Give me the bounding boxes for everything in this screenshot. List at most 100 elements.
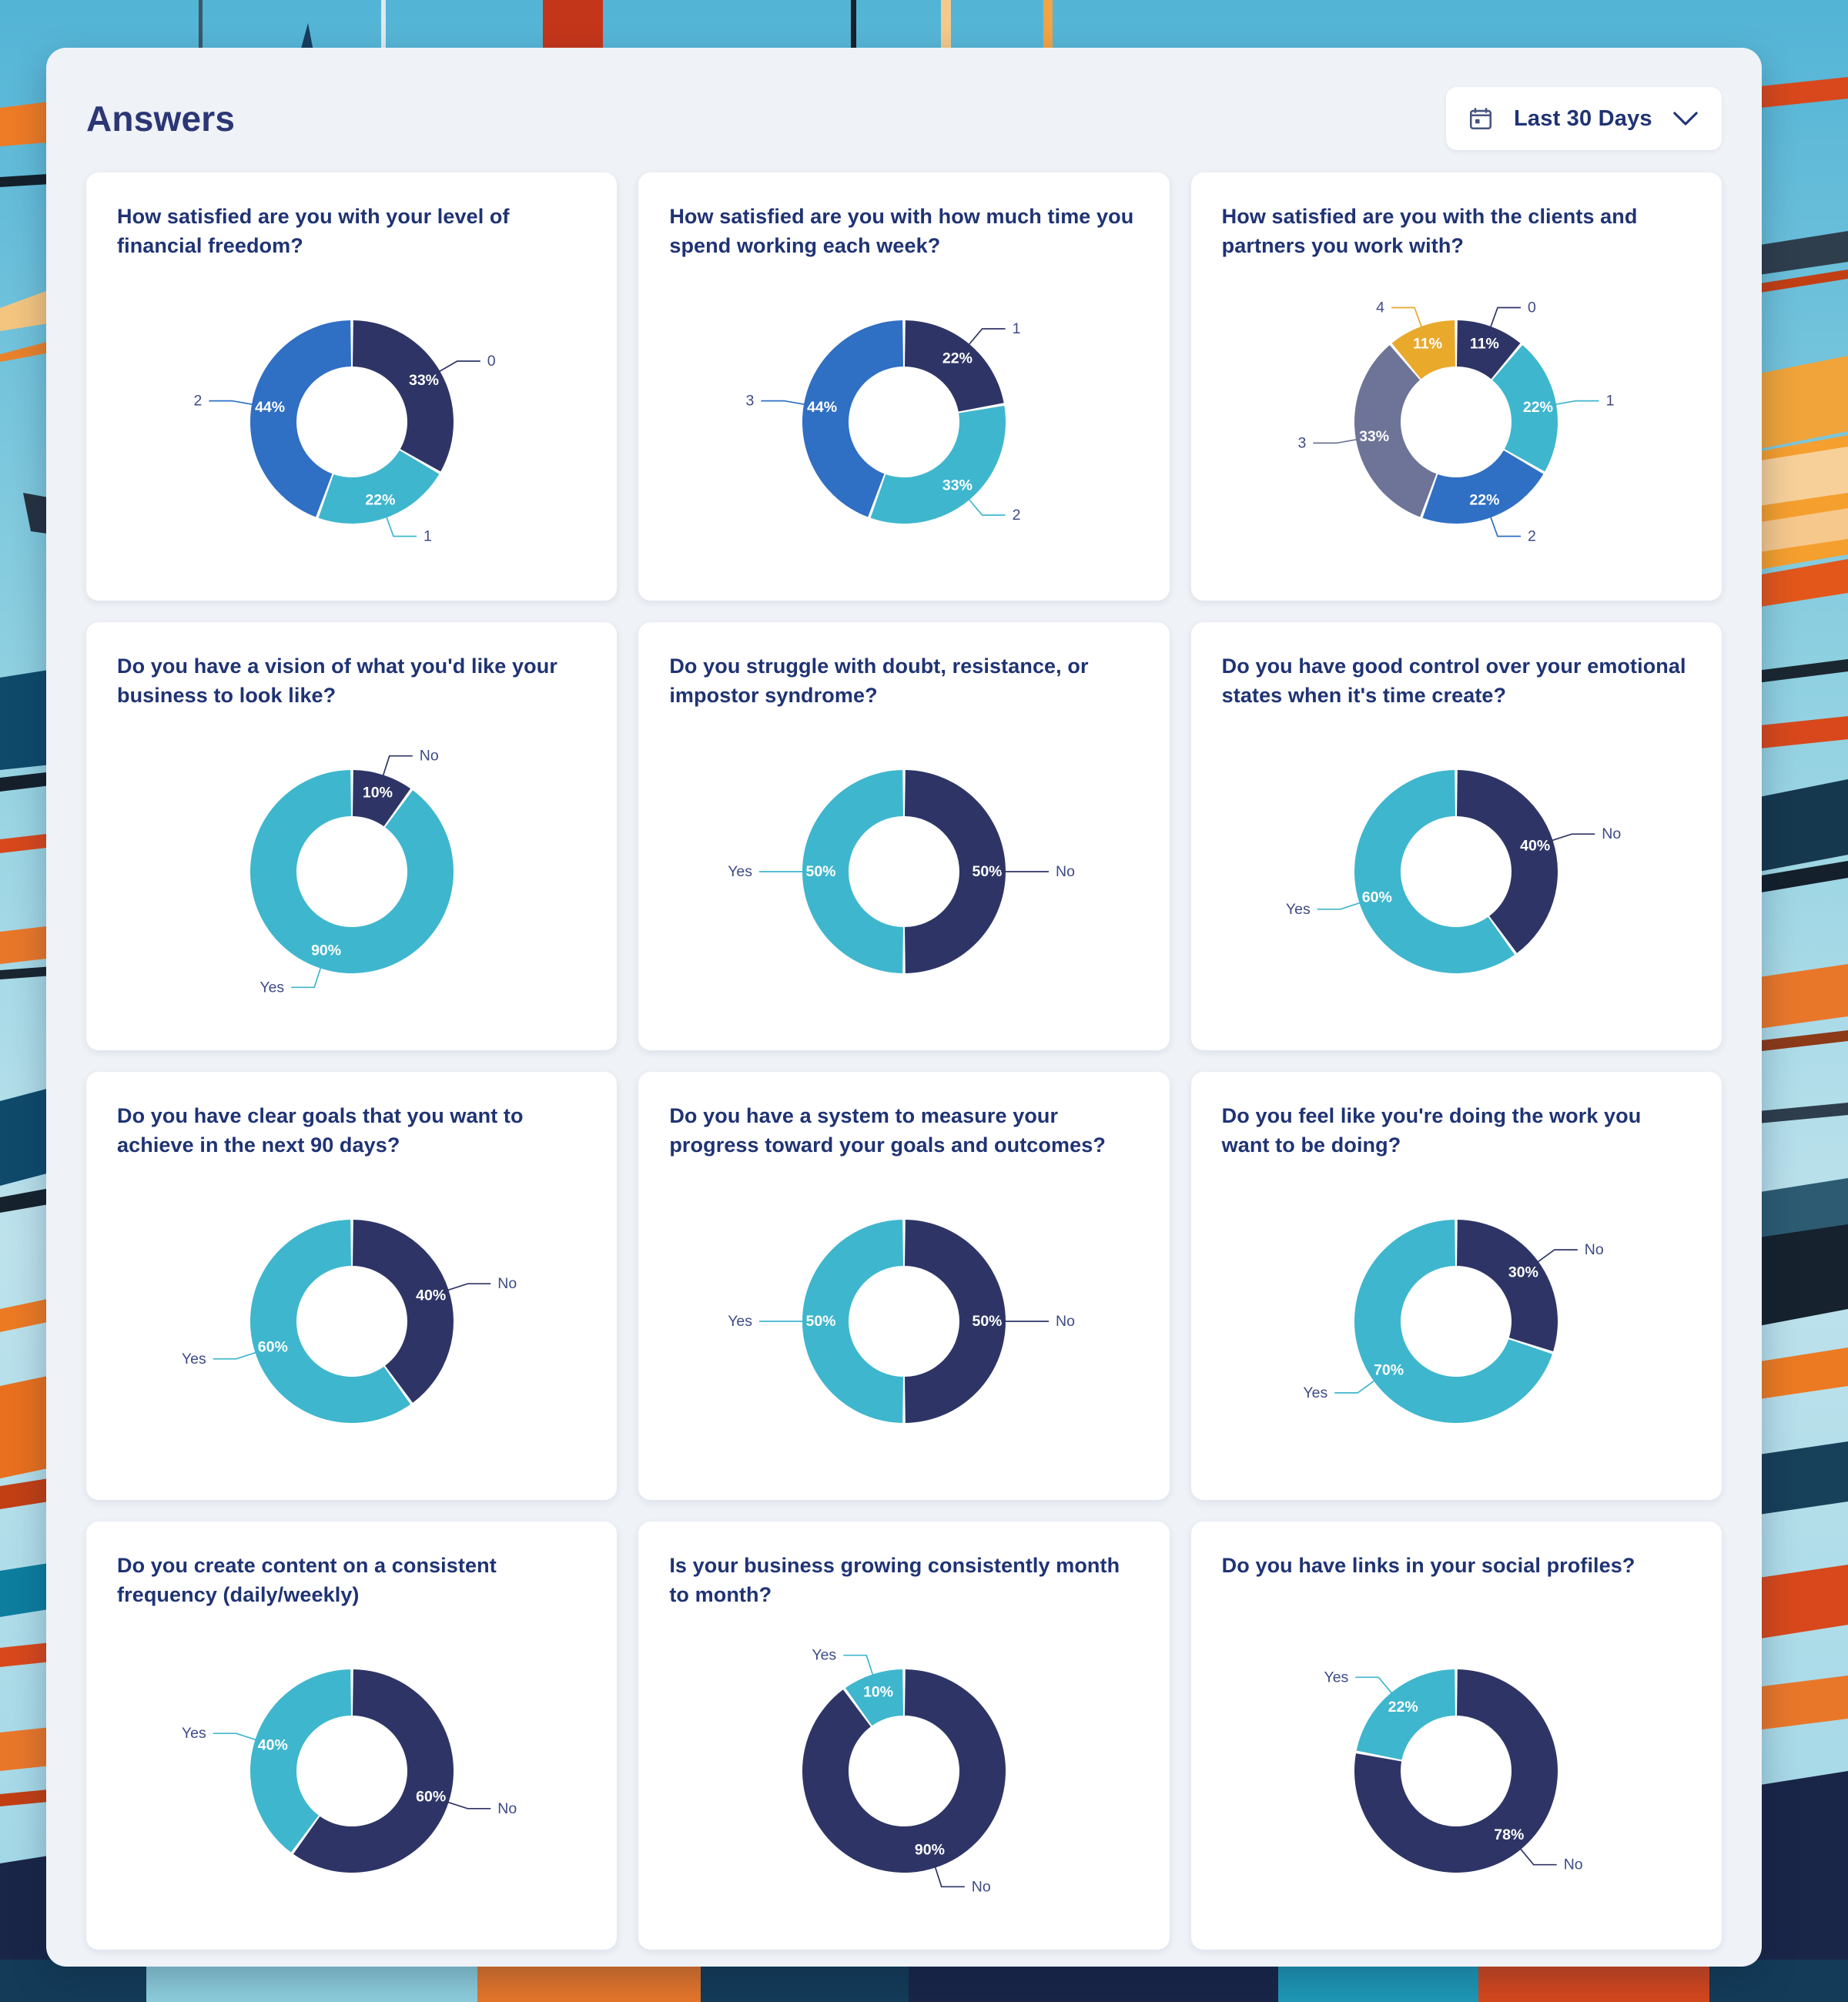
leader-line xyxy=(1552,400,1599,406)
donut-slice[interactable] xyxy=(249,770,454,973)
leader-line xyxy=(213,1351,260,1360)
answer-card-title: Is your business growing consistently mo… xyxy=(669,1554,1120,1607)
donut-chart: 30% 70% No Yes xyxy=(1304,1220,1604,1423)
donut-slice[interactable] xyxy=(1457,1220,1558,1352)
chart-container: 22% 33% 44% 1 2 3 xyxy=(669,263,1138,581)
slice-category-label: 2 xyxy=(1528,528,1536,545)
answer-card-title: How satisfied are you with the clients a… xyxy=(1221,205,1638,258)
donut-slice[interactable] xyxy=(870,405,1006,524)
leader-line xyxy=(444,1283,490,1292)
slice-percentage-label: 60% xyxy=(1362,889,1392,906)
slice-percentage-label: 78% xyxy=(1495,1826,1525,1843)
slice-percentage-label: 50% xyxy=(972,1313,1002,1330)
slice-percentage-label: 90% xyxy=(915,1842,945,1859)
slice-category-label: Yes xyxy=(259,979,284,996)
donut-chart: 40% 60% No Yes xyxy=(1286,770,1622,973)
slice-percentage-label: 33% xyxy=(1359,428,1389,445)
slice-category-label: 3 xyxy=(746,393,755,410)
answers-panel: Answers Last 30 Days How satisfied are y… xyxy=(46,48,1762,1967)
answer-card: Do you have clear goals that you want to… xyxy=(86,1072,618,1500)
leader-line xyxy=(933,1863,965,1888)
donut-chart: 40% 60% No Yes xyxy=(182,1220,517,1423)
leader-line xyxy=(1488,306,1522,331)
slice-percentage-label: 40% xyxy=(257,1737,287,1754)
leader-line xyxy=(1517,1845,1558,1866)
slice-category-label: No xyxy=(1056,863,1075,880)
donut-slice[interactable] xyxy=(352,320,454,472)
donut-chart: 60% 40% No Yes xyxy=(182,1669,517,1873)
chart-container: 33% 22% 44% 0 1 2 xyxy=(117,263,586,581)
slice-category-label: Yes xyxy=(728,1313,752,1330)
donut-slice[interactable] xyxy=(318,450,440,524)
donut-slice[interactable] xyxy=(1422,450,1544,524)
donut-chart: 22% 33% 44% 1 2 3 xyxy=(746,320,1021,524)
answer-card: How satisfied are you with your level of… xyxy=(86,172,618,601)
slice-category-label: 1 xyxy=(424,528,432,545)
answer-card-title: Do you have a vision of what you'd like … xyxy=(117,654,557,708)
chart-container: 78% 22% No Yes xyxy=(1222,1612,1691,1930)
donut-chart: 50% 50% No Yes xyxy=(728,1220,1075,1423)
answer-card: Is your business growing consistently mo… xyxy=(638,1522,1170,1950)
slice-category-label: Yes xyxy=(1324,1669,1349,1686)
answer-card-title: Do you create content on a consistent fr… xyxy=(117,1554,497,1607)
answer-card: Do you feel like you're doing the work y… xyxy=(1190,1072,1722,1500)
slice-category-label: Yes xyxy=(728,863,752,880)
donut-chart: 78% 22% No Yes xyxy=(1324,1669,1583,1873)
answer-card-title: Do you have clear goals that you want to… xyxy=(117,1104,524,1157)
answer-card-title: Do you struggle with doubt, resistance, … xyxy=(669,654,1089,708)
leader-line xyxy=(1548,833,1595,842)
leader-line xyxy=(1534,1249,1578,1265)
slice-percentage-label: 22% xyxy=(365,492,395,509)
leader-line xyxy=(435,360,480,374)
slice-category-label: Yes xyxy=(182,1351,206,1368)
date-range-picker[interactable]: Last 30 Days xyxy=(1446,87,1722,150)
leader-line xyxy=(1334,1378,1378,1394)
answer-card: Do you have links in your social profile… xyxy=(1190,1522,1722,1950)
slice-category-label: Yes xyxy=(182,1725,206,1742)
answer-card: How satisfied are you with the clients a… xyxy=(1190,172,1722,601)
slice-percentage-label: 40% xyxy=(416,1287,446,1304)
chart-container: 90% 10% No Yes xyxy=(669,1612,1138,1930)
answers-card-grid: How satisfied are you with your level of… xyxy=(46,156,1762,1950)
leader-line xyxy=(383,513,417,537)
answer-card: Do you create content on a consistent fr… xyxy=(86,1522,618,1950)
leader-line xyxy=(213,1732,260,1742)
chart-container: 10% 90% No Yes xyxy=(117,713,586,1030)
donut-slice[interactable] xyxy=(802,1669,1006,1873)
leader-line xyxy=(1355,1676,1395,1697)
answer-card-title: Do you feel like you're doing the work y… xyxy=(1221,1104,1642,1157)
leader-line xyxy=(1317,901,1364,910)
slice-percentage-label: 44% xyxy=(807,399,837,416)
answer-card: Do you have good control over your emoti… xyxy=(1190,622,1722,1050)
answer-card: Do you have a vision of what you'd like … xyxy=(86,622,618,1050)
answer-card: How satisfied are you with how much time… xyxy=(638,172,1170,601)
leader-line xyxy=(444,1800,490,1810)
chart-container: 30% 70% No Yes xyxy=(1222,1163,1691,1480)
slice-percentage-label: 30% xyxy=(1508,1264,1538,1281)
leader-line xyxy=(1391,306,1424,331)
answer-card-title: How satisfied are you with your level of… xyxy=(117,205,510,258)
slice-percentage-label: 22% xyxy=(1388,1699,1418,1716)
slice-percentage-label: 22% xyxy=(1470,492,1500,509)
slice-percentage-label: 11% xyxy=(1413,336,1442,353)
answer-card-title: Do you have links in your social profile… xyxy=(1221,1554,1635,1577)
slice-percentage-label: 50% xyxy=(972,863,1002,880)
chart-container: 50% 50% No Yes xyxy=(669,1163,1138,1480)
slice-percentage-label: 60% xyxy=(416,1788,446,1805)
slice-percentage-label: 44% xyxy=(255,399,285,416)
slice-category-label: 2 xyxy=(1013,507,1021,524)
slice-category-label: No xyxy=(419,748,438,765)
answer-card-title: Do you have a system to measure your pro… xyxy=(669,1104,1106,1157)
date-range-label: Last 30 Days xyxy=(1514,105,1652,131)
slice-category-label: No xyxy=(1056,1313,1075,1330)
slice-category-label: No xyxy=(497,1275,517,1292)
slice-percentage-label: 22% xyxy=(942,350,973,367)
slice-category-label: 0 xyxy=(1528,300,1536,316)
chevron-down-icon[interactable] xyxy=(1672,110,1699,127)
answer-card: Do you struggle with doubt, resistance, … xyxy=(638,622,1170,1050)
leader-line xyxy=(1313,438,1361,444)
chart-container: 50% 50% No Yes xyxy=(669,713,1138,1030)
slice-percentage-label: 70% xyxy=(1374,1362,1404,1379)
slice-percentage-label: 10% xyxy=(363,784,393,801)
chart-container: 11% 22% 22% 33% 11% 0 1 2 3 4 xyxy=(1222,263,1691,581)
